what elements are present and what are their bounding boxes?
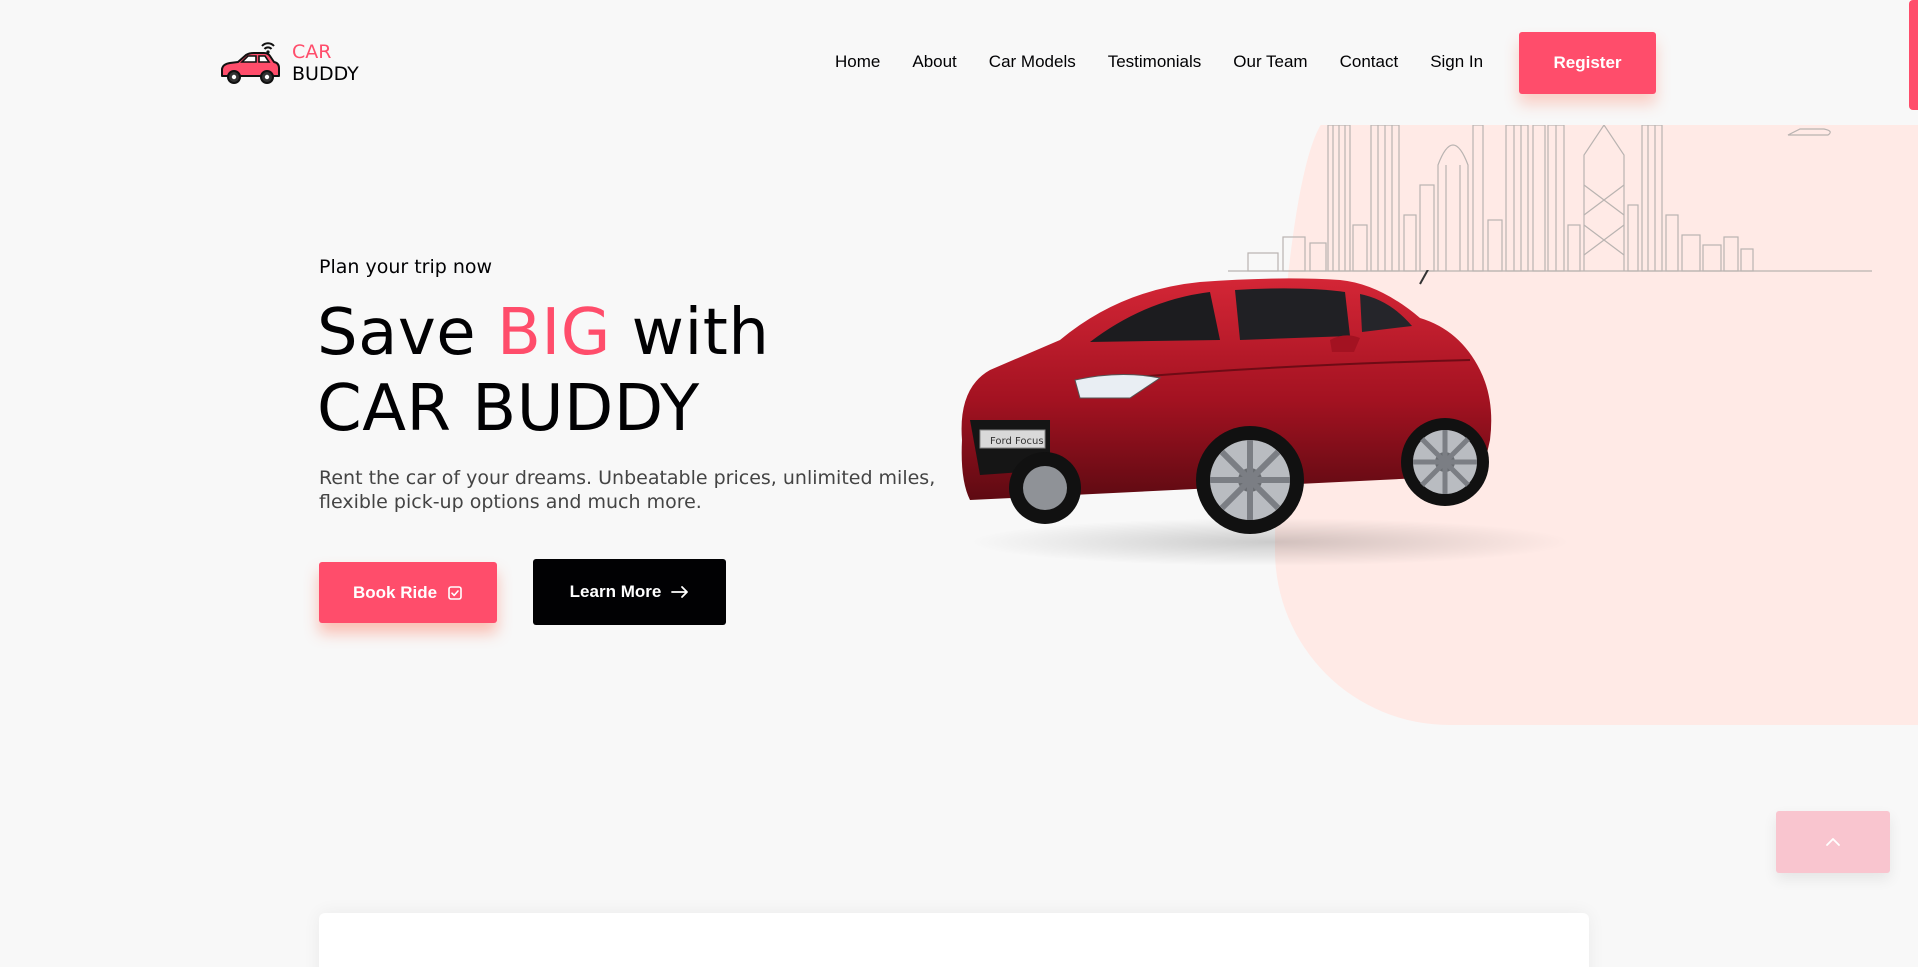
hero-car-image: Ford Focus: [961, 270, 1570, 566]
nav-sign-in[interactable]: Sign In: [1430, 52, 1483, 72]
brand-line2: BUDDY: [292, 63, 359, 85]
book-ride-label: Book Ride: [352, 582, 438, 602]
nav-car-models[interactable]: Car Models: [989, 52, 1076, 72]
hero-title-line2: CAR BUDDY: [317, 372, 700, 446]
nav-about[interactable]: About: [912, 52, 956, 72]
register-button[interactable]: Register: [1519, 32, 1656, 94]
check-square-icon: [448, 585, 462, 600]
svg-text:Ford Focus: Ford Focus: [990, 436, 1044, 447]
car-wifi-icon: [221, 42, 280, 84]
learn-more-label: Learn More: [569, 582, 662, 601]
nav-our-team[interactable]: Our Team: [1233, 52, 1307, 72]
hero-description: Rent the car of your dreams. Unbeatable …: [319, 467, 936, 513]
hero-title-part2: with: [610, 296, 770, 370]
navbar: CAR BUDDY Home About Car Models Testimon…: [0, 0, 1918, 125]
brand-name: CAR BUDDY: [292, 41, 359, 85]
hero-title: Save BIG with CAR BUDDY: [317, 295, 769, 447]
scroll-to-top-button[interactable]: [1776, 811, 1890, 873]
hero-kicker: Plan your trip now: [319, 256, 493, 278]
brand-logo[interactable]: CAR BUDDY: [218, 38, 359, 88]
page-scrollbar[interactable]: [1909, 0, 1918, 110]
booking-card: [319, 913, 1589, 967]
chevron-up-icon: [1826, 838, 1840, 846]
nav-home[interactable]: Home: [835, 52, 880, 72]
learn-more-button[interactable]: Learn More: [533, 559, 726, 625]
nav-menu: Home About Car Models Testimonials Our T…: [835, 52, 1483, 72]
nav-testimonials[interactable]: Testimonials: [1108, 52, 1202, 72]
arrow-right-icon: [671, 586, 689, 598]
brand-line1: CAR: [292, 41, 332, 63]
hero-title-part1: Save: [317, 296, 497, 370]
book-ride-button[interactable]: Book Ride: [319, 562, 497, 623]
nav-contact[interactable]: Contact: [1340, 52, 1399, 72]
city-skyline-illustration: [1228, 125, 1872, 272]
hero-title-accent: BIG: [496, 296, 611, 370]
